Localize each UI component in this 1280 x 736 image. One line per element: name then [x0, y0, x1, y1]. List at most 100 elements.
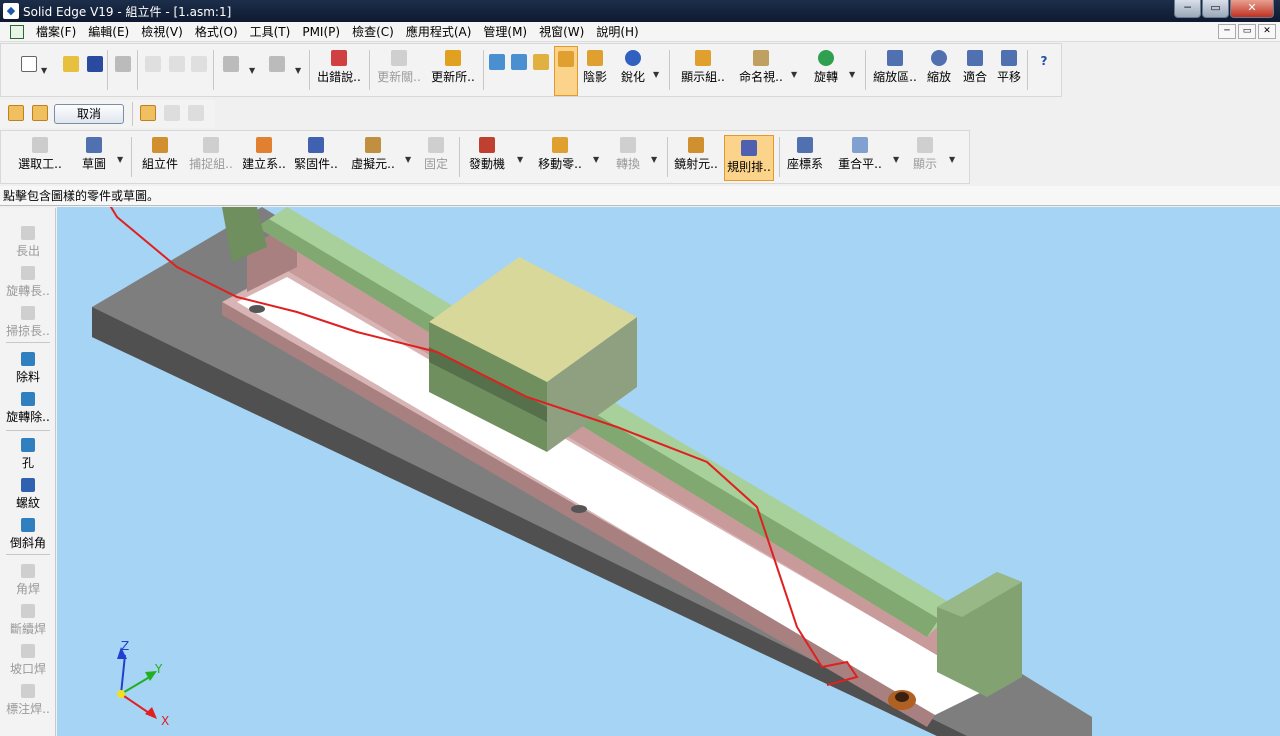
coord-system-button[interactable]: 座標系: [783, 133, 827, 172]
menu-inspect[interactable]: 檢查(C): [346, 23, 400, 40]
fillet-weld-button[interactable]: 角焊: [0, 564, 56, 597]
fit-button[interactable]: 適合: [959, 46, 991, 85]
close-button[interactable]: ✕: [1230, 0, 1274, 18]
sharpen-dropdown-icon[interactable]: ▼: [653, 70, 659, 79]
document-icon[interactable]: [10, 24, 24, 39]
move-part-button[interactable]: 移動零..: [535, 133, 585, 172]
coincident-plane-button[interactable]: 重合平..: [833, 133, 887, 172]
copy-icon[interactable]: [169, 56, 185, 72]
protrusion-button[interactable]: 長出: [0, 226, 56, 259]
redo-dropdown-icon[interactable]: ▼: [295, 66, 301, 75]
help-button[interactable]: ?: [1031, 46, 1057, 68]
error-report-button[interactable]: 出錯說..: [313, 46, 365, 85]
view-iso-icon[interactable]: [489, 54, 505, 70]
motor-button[interactable]: 發動機: [465, 133, 509, 172]
thread-button[interactable]: 螺紋: [0, 478, 56, 511]
menu-format[interactable]: 格式(O): [189, 23, 244, 40]
menu-edit[interactable]: 編輯(E): [82, 23, 135, 40]
mount-hole: [571, 505, 587, 513]
pattern-button[interactable]: 規則排..: [724, 135, 774, 181]
plane-dropdown-icon[interactable]: ▼: [893, 155, 899, 164]
axis-origin: [117, 690, 125, 698]
motor-icon: [479, 137, 495, 153]
step-disabled-icon-2[interactable]: [188, 105, 204, 121]
hole-icon: [21, 438, 35, 452]
shading-button[interactable]: 陰影: [579, 46, 611, 85]
menu-help[interactable]: 說明(H): [590, 23, 644, 40]
undo-dropdown-icon[interactable]: ▼: [249, 66, 255, 75]
show-dropdown-icon[interactable]: ▼: [949, 155, 955, 164]
menu-view[interactable]: 檢視(V): [135, 23, 189, 40]
select-step-icon[interactable]: [8, 105, 24, 121]
mdi-minimize-button[interactable]: ─: [1218, 24, 1236, 39]
named-view-dropdown-icon[interactable]: ▼: [791, 70, 797, 79]
print-icon[interactable]: [115, 56, 131, 72]
rotate-button[interactable]: 旋轉: [807, 46, 845, 85]
menu-window[interactable]: 視窗(W): [533, 23, 590, 40]
shaded-view-button[interactable]: [554, 46, 578, 96]
select-tool-button[interactable]: 選取工..: [15, 133, 65, 172]
capture-button[interactable]: 捕捉組..: [187, 133, 235, 172]
show-group-button[interactable]: 顯示組..: [675, 46, 731, 85]
sweep-protrusion-button[interactable]: 掃掠長..: [0, 306, 56, 339]
save-icon[interactable]: [87, 56, 103, 72]
redo-icon[interactable]: [269, 56, 285, 72]
step-disabled-icon-1[interactable]: [164, 105, 180, 121]
update-links-button[interactable]: 更新關..: [373, 46, 425, 85]
virtual-component-button[interactable]: 虛擬元..: [347, 133, 399, 172]
motor-dropdown-icon[interactable]: ▼: [517, 155, 523, 164]
label-weld-button[interactable]: 標注焊..: [0, 684, 56, 717]
pattern-step-icon[interactable]: [32, 105, 48, 121]
app-icon[interactable]: ◆: [3, 3, 19, 19]
menu-pmi[interactable]: PMI(P): [296, 25, 346, 39]
fix-button[interactable]: 固定: [419, 133, 453, 172]
new-dropdown-icon[interactable]: ▼: [41, 66, 47, 75]
open-folder-icon[interactable]: [63, 56, 79, 72]
pattern-icon: [741, 140, 757, 156]
create-part-button[interactable]: 建立系..: [239, 133, 289, 172]
transform-dropdown-icon[interactable]: ▼: [651, 155, 657, 164]
assemble-button[interactable]: 組立件: [139, 133, 181, 172]
move-part-dropdown-icon[interactable]: ▼: [593, 155, 599, 164]
transform-button[interactable]: 轉換: [611, 133, 645, 172]
update-all-button[interactable]: 更新所..: [427, 46, 479, 85]
mdi-close-button[interactable]: ✕: [1258, 24, 1276, 39]
minimize-button[interactable]: ─: [1174, 0, 1201, 18]
revolve-cutout-button[interactable]: 旋轉除..: [0, 392, 56, 425]
menu-file[interactable]: 檔案(F): [30, 23, 82, 40]
view-front-icon[interactable]: [511, 54, 527, 70]
mirror-component-button[interactable]: 鏡射元..: [671, 133, 721, 172]
show-button[interactable]: 顯示: [907, 133, 943, 172]
virtual-dropdown-icon[interactable]: ▼: [405, 155, 411, 164]
zoom-button[interactable]: 縮放: [923, 46, 955, 85]
rotate-dropdown-icon[interactable]: ▼: [849, 70, 855, 79]
undo-icon[interactable]: [223, 56, 239, 72]
menu-manage[interactable]: 管理(M): [477, 23, 533, 40]
zoom-area-button[interactable]: 縮放區..: [869, 46, 921, 85]
groove-weld-button[interactable]: 坡口焊: [0, 644, 56, 677]
paste-icon[interactable]: [191, 56, 207, 72]
restore-button[interactable]: ▭: [1202, 0, 1229, 18]
named-view-button[interactable]: 命名視..: [735, 46, 787, 85]
view-top-icon[interactable]: [533, 54, 549, 70]
fastener-button[interactable]: 緊固件..: [291, 133, 341, 172]
coord-system-icon: [797, 137, 813, 153]
chamfer-button[interactable]: 倒斜角: [0, 518, 56, 551]
cancel-button[interactable]: 取消: [54, 104, 124, 124]
intermittent-weld-button[interactable]: 斷續焊: [0, 604, 56, 637]
cutout-button[interactable]: 除料: [0, 352, 56, 385]
hole-button[interactable]: 孔: [0, 438, 56, 471]
mdi-restore-button[interactable]: ▭: [1238, 24, 1256, 39]
menu-tools[interactable]: 工具(T): [244, 23, 297, 40]
sketch-dropdown-icon[interactable]: ▼: [117, 155, 123, 164]
menu-bar: 檔案(F) 編輯(E) 檢視(V) 格式(O) 工具(T) PMI(P) 檢查(…: [0, 22, 1280, 42]
3d-viewport[interactable]: Z Y X: [57, 207, 1280, 736]
menu-applications[interactable]: 應用程式(A): [400, 23, 478, 40]
accept-step-icon[interactable]: [140, 105, 156, 121]
new-file-icon[interactable]: [21, 56, 37, 72]
sharpen-button[interactable]: 銳化: [615, 46, 651, 85]
pan-button[interactable]: 平移: [993, 46, 1025, 85]
revolve-protrusion-button[interactable]: 旋轉長..: [0, 266, 56, 299]
cut-icon[interactable]: [145, 56, 161, 72]
sketch-button[interactable]: 草圖: [77, 133, 111, 172]
